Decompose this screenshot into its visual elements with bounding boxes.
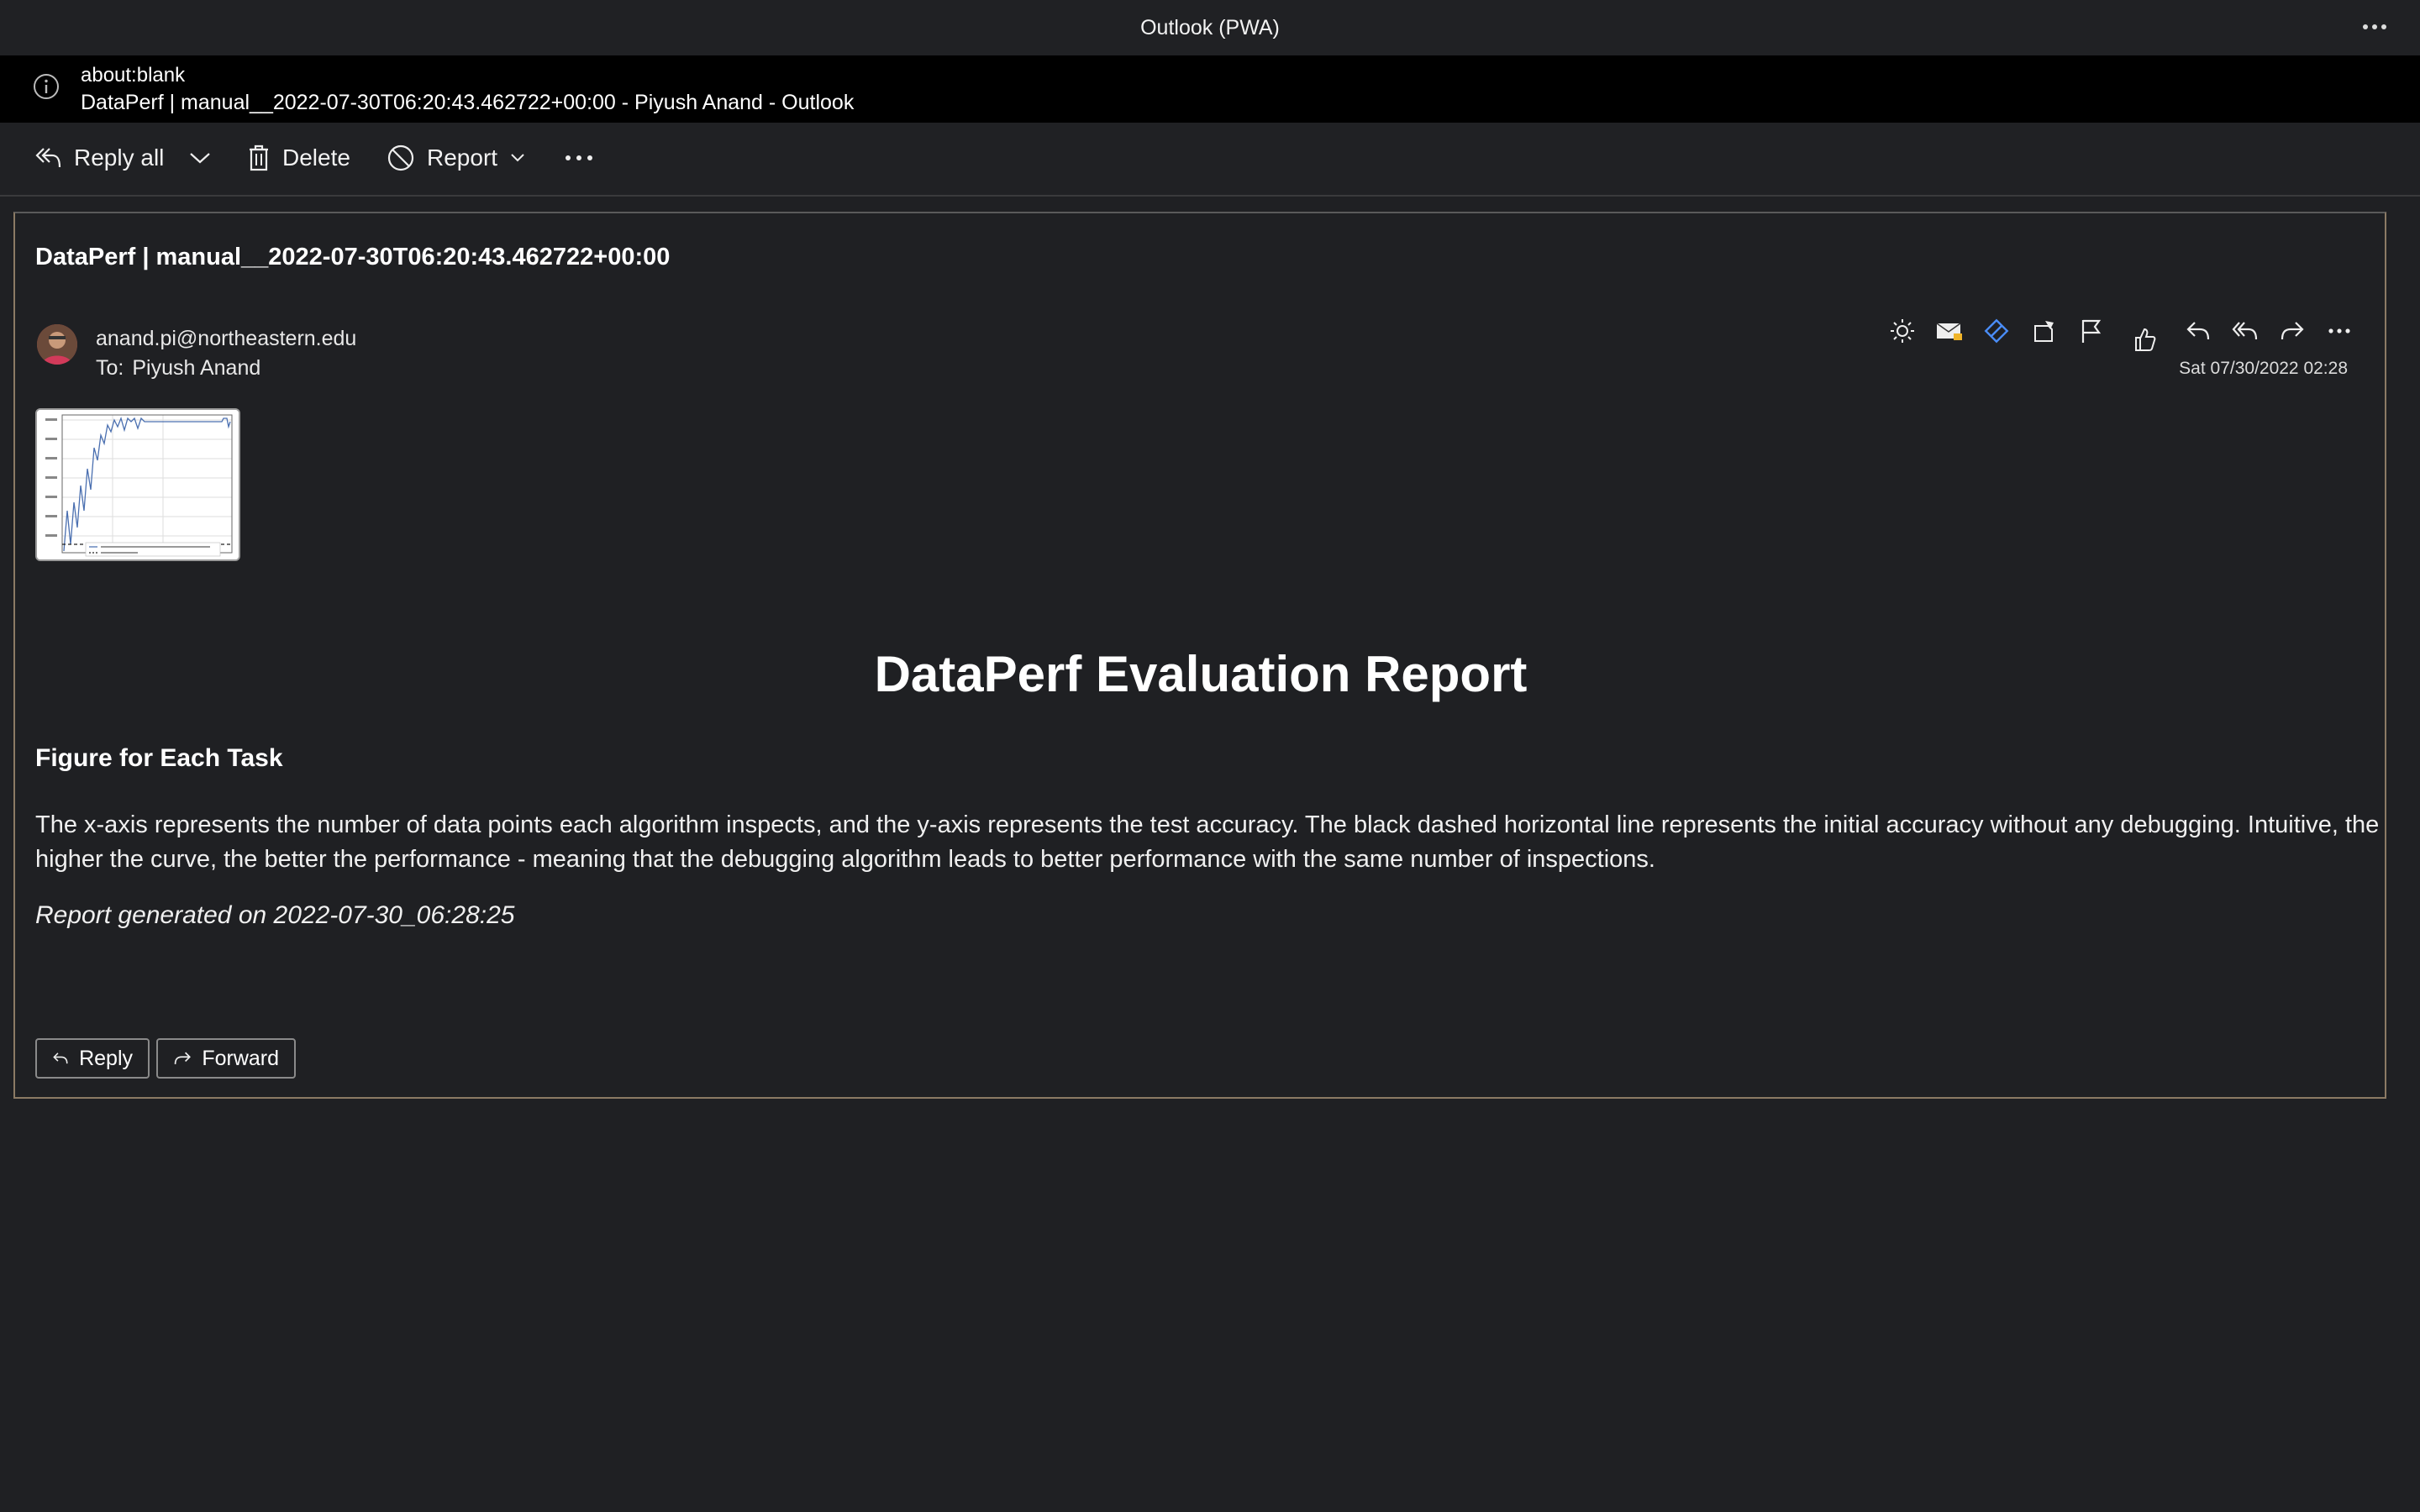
to-label: To: — [96, 356, 124, 380]
delete-button[interactable]: Delete — [247, 139, 350, 176]
more-actions-button[interactable] — [565, 139, 593, 176]
url-bar: about:blank DataPerf | manual__2022-07-3… — [0, 55, 2420, 123]
link-icon[interactable] — [1980, 314, 2013, 348]
trash-icon — [250, 144, 268, 171]
flag-icon[interactable] — [2074, 314, 2107, 348]
more-icon — [566, 155, 592, 160]
reply-icon[interactable] — [2181, 314, 2215, 348]
delete-label: Delete — [282, 144, 350, 171]
avatar[interactable] — [37, 324, 77, 365]
section-title: Figure for Each Task — [35, 744, 283, 772]
forward-label: Forward — [202, 1046, 279, 1070]
generated-timestamp: Report generated on 2022-07-30_06:28:25 — [35, 901, 515, 929]
report-title: DataPerf Evaluation Report — [874, 646, 1528, 702]
recipient-row: To: Piyush Anand — [96, 356, 260, 381]
report-label: Report — [427, 144, 498, 171]
reply-icon — [53, 1053, 68, 1064]
window-more-icon[interactable] — [2358, 12, 2391, 42]
reply-all-icon[interactable] — [2228, 314, 2262, 348]
sender-email[interactable]: anand.pi@northeastern.edu — [96, 327, 356, 351]
sticky-note-icon[interactable] — [2027, 314, 2060, 348]
forward-button[interactable]: Forward — [156, 1038, 296, 1079]
reply-all-label: Reply all — [74, 144, 165, 171]
chart-image-attachment[interactable] — [35, 408, 240, 561]
reply-button[interactable]: Reply — [35, 1038, 150, 1079]
reply-label: Reply — [79, 1046, 133, 1070]
reply-options-dropdown[interactable] — [188, 139, 212, 176]
info-icon[interactable] — [32, 72, 60, 105]
like-icon[interactable] — [2128, 323, 2161, 356]
url-text: about:blank — [81, 64, 186, 87]
window-title-bar: Outlook (PWA) — [0, 0, 2420, 55]
reply-all-icon — [35, 148, 61, 168]
reply-all-button[interactable]: Reply all — [34, 139, 164, 176]
message-more-icon[interactable] — [2323, 314, 2356, 348]
window-title: Outlook (PWA) — [1140, 15, 1280, 39]
recipient-name[interactable]: Piyush Anand — [132, 356, 260, 380]
mail-tag-icon[interactable] — [1933, 314, 1966, 348]
command-toolbar: Reply all Delete Report — [0, 123, 2420, 197]
sun-icon[interactable] — [1886, 314, 1919, 348]
block-icon — [387, 144, 414, 171]
chevron-down-icon — [511, 154, 524, 162]
page-title: DataPerf | manual__2022-07-30T06:20:43.4… — [81, 91, 855, 114]
body-paragraph: The x-axis represents the number of data… — [35, 811, 2380, 873]
chevron-down-icon — [190, 153, 210, 164]
report-button[interactable]: Report — [387, 139, 526, 176]
message-subject: DataPerf | manual__2022-07-30T06:20:43.4… — [35, 244, 671, 270]
forward-icon[interactable] — [2275, 314, 2309, 348]
forward-icon — [174, 1052, 191, 1064]
message-date: Sat 07/30/2022 02:28 — [2179, 359, 2348, 378]
